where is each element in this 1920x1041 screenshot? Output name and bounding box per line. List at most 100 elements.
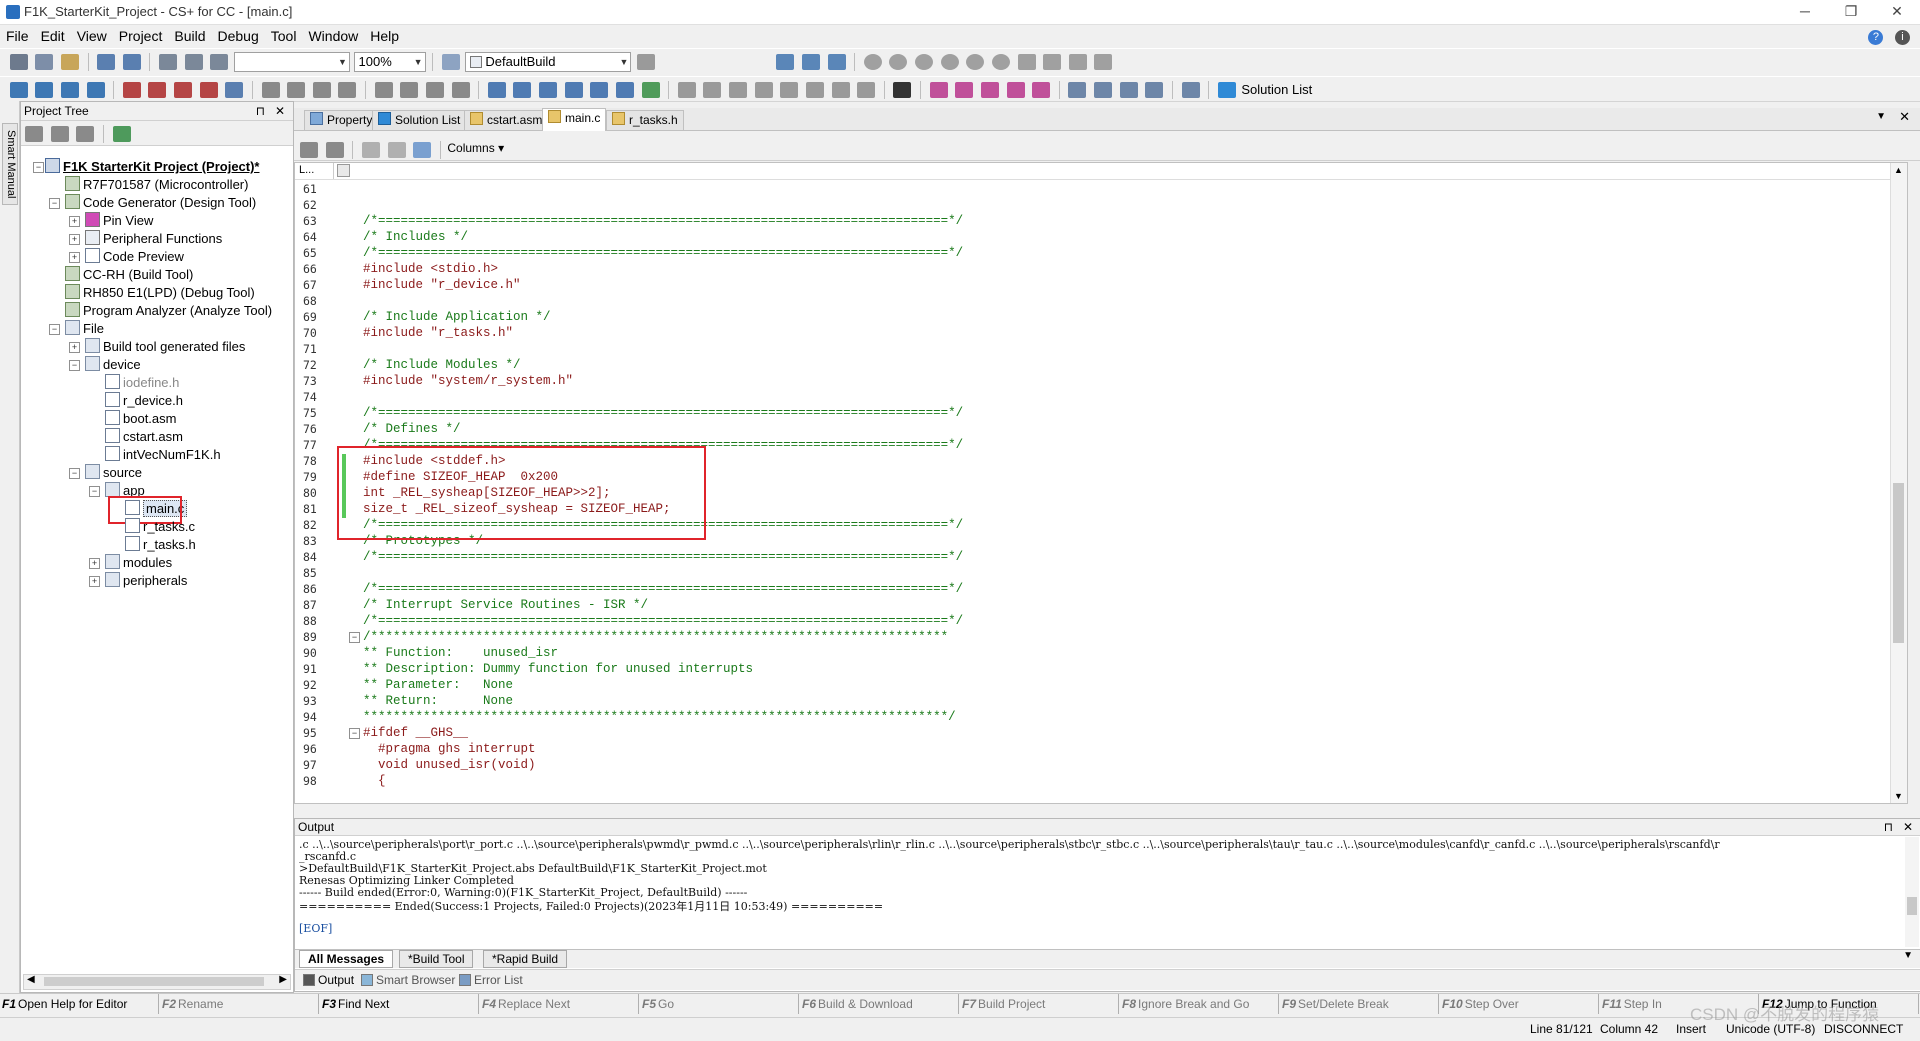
tab-main-c[interactable]: main.c (542, 108, 607, 131)
undo-icon[interactable] (97, 54, 116, 70)
tree-node-boot-asm[interactable]: boot.asm (105, 410, 176, 428)
output-scrollbar[interactable] (1905, 837, 1919, 947)
expand-icon[interactable]: + (69, 234, 80, 245)
rebuild-project-icon[interactable] (174, 82, 192, 98)
editor-vertical-scrollbar[interactable]: ▲ ▼ (1890, 163, 1907, 803)
minimize-button[interactable]: ─ (1782, 0, 1828, 24)
fkey-f10[interactable]: F10 Step Over (1440, 994, 1599, 1014)
editor-view-icon[interactable] (300, 142, 318, 158)
build-settings-icon[interactable] (637, 54, 655, 70)
forward-icon[interactable] (361, 142, 380, 158)
pin-icon[interactable]: ⊓ (1884, 819, 1893, 835)
local-vars-icon[interactable] (539, 82, 557, 98)
help-icon[interactable]: ? (1868, 30, 1884, 45)
columns-dropdown[interactable]: Columns ▾ (447, 141, 504, 155)
tab-property[interactable]: Property (304, 110, 379, 130)
code-line[interactable]: /*======================================… (363, 406, 963, 420)
scroll-up-icon[interactable]: ▲ (1894, 165, 1903, 175)
pin-icon[interactable]: ⊓ (256, 102, 265, 120)
call-stack-icon[interactable] (564, 82, 583, 98)
collapse-icon[interactable]: − (33, 162, 44, 173)
analyze-4-icon[interactable] (831, 82, 850, 98)
tab-list-icon[interactable]: ▼ (1876, 111, 1886, 122)
code-line[interactable]: /* Interrupt Service Routines - ISR */ (363, 598, 648, 612)
tree-node-project[interactable]: F1K StarterKit Project (Project)* (45, 158, 260, 176)
step-over-icon[interactable] (966, 54, 985, 70)
chart-3-icon[interactable] (980, 82, 999, 98)
menu-debug[interactable]: Debug (212, 25, 265, 47)
panel-8-icon[interactable] (451, 82, 470, 98)
tree-node-r-tasks-c[interactable]: r_tasks.c (125, 518, 195, 536)
camera-icon[interactable] (893, 82, 912, 98)
collapse-icon[interactable]: − (49, 198, 60, 209)
panel-1-icon[interactable] (261, 82, 280, 98)
tree-node-peripherals[interactable]: peripherals (105, 572, 187, 590)
tab-rapid-build[interactable]: *Rapid Build (483, 950, 568, 968)
reset-icon[interactable] (1017, 54, 1036, 70)
coverage-icon[interactable] (729, 82, 747, 98)
code-line[interactable]: #include "r_device.h" (363, 278, 521, 292)
code-line[interactable]: ****************************************… (363, 710, 956, 724)
fkey-f8[interactable]: F8 Ignore Break and Go (1120, 994, 1279, 1014)
watch-icon[interactable] (513, 82, 532, 98)
editor-mixed-icon[interactable] (325, 142, 344, 158)
code-line[interactable]: /* Includes */ (363, 230, 468, 244)
code-line[interactable]: /* Include Application */ (363, 310, 551, 324)
code-line[interactable]: /*======================================… (363, 582, 963, 596)
refresh-tree-icon[interactable] (112, 126, 131, 142)
user-icon[interactable] (76, 126, 95, 142)
disconnect-icon[interactable] (827, 54, 846, 70)
tab-cstart-asm[interactable]: cstart.asm (464, 110, 549, 130)
clean-icon[interactable] (86, 82, 105, 98)
copy-icon[interactable] (35, 54, 54, 70)
smart-manual-tab[interactable]: Smart Manual (2, 123, 18, 205)
zoom-combo[interactable]: 100% ▼ (353, 52, 426, 72)
tree-node-code-generator[interactable]: Code Generator (Design Tool) (65, 194, 256, 212)
collapse-icon[interactable]: − (49, 324, 60, 335)
tree-node-modules[interactable]: modules (105, 554, 172, 572)
code-line[interactable]: ** Return: None (363, 694, 513, 708)
tree-node-file[interactable]: File (65, 320, 104, 338)
tab-build-tool[interactable]: *Build Tool (399, 950, 474, 968)
build-icon[interactable] (9, 82, 28, 98)
build-stop-icon[interactable] (122, 82, 141, 98)
menu-view[interactable]: View (71, 25, 113, 47)
menu-help[interactable]: Help (364, 25, 405, 47)
scroll-thumb[interactable] (1907, 897, 1917, 915)
output-text[interactable]: .c ..\..\source\peripherals\port\r_port.… (295, 836, 1903, 948)
chart-1-icon[interactable] (929, 82, 948, 98)
expand-icon[interactable]: + (69, 252, 80, 263)
fkey-f5[interactable]: F5 Go (640, 994, 799, 1014)
trace-icon[interactable] (677, 82, 696, 98)
collapse-icon[interactable]: − (89, 486, 100, 497)
solution-list-button[interactable]: Solution List (1241, 82, 1312, 97)
build-mode-icon[interactable] (441, 54, 460, 70)
tree-node-device[interactable]: device (85, 356, 141, 374)
solution-list-icon[interactable] (1217, 82, 1236, 98)
code-editor[interactable]: L... 61 62 63 /*===========================… (294, 162, 1908, 804)
tree-node-code-preview[interactable]: Code Preview (85, 248, 184, 266)
expand-icon[interactable]: + (89, 558, 100, 569)
menu-project[interactable]: Project (113, 25, 169, 47)
batch-build-icon[interactable] (199, 82, 218, 98)
code-line[interactable]: #include "system/r_system.h" (363, 374, 573, 388)
tab-solution-list[interactable]: Solution List (372, 110, 467, 130)
code-line[interactable]: ** Parameter: None (363, 678, 513, 692)
tab-r-tasks-h[interactable]: r_tasks.h (606, 110, 684, 130)
run-icon[interactable] (915, 54, 933, 70)
bookmark-icon[interactable] (337, 164, 350, 177)
tree-node-cstart-asm[interactable]: cstart.asm (105, 428, 183, 446)
close-tab-icon[interactable]: ✕ (1899, 109, 1910, 125)
debug-tools-icon[interactable] (1094, 54, 1113, 70)
menu-tool[interactable]: Tool (265, 25, 303, 47)
analyze-5-icon[interactable] (857, 82, 876, 98)
redo-icon[interactable] (122, 54, 141, 70)
memory-icon[interactable] (487, 82, 506, 98)
cut-icon[interactable] (9, 54, 28, 70)
chart-4-icon[interactable] (1006, 82, 1025, 98)
close-panel-icon[interactable]: ✕ (1903, 819, 1913, 835)
code-line[interactable]: #include "r_tasks.h" (363, 326, 513, 340)
sort-icon[interactable] (25, 126, 43, 142)
restart-icon[interactable] (1043, 54, 1062, 70)
fkey-f4[interactable]: F4 Replace Next (480, 994, 639, 1014)
